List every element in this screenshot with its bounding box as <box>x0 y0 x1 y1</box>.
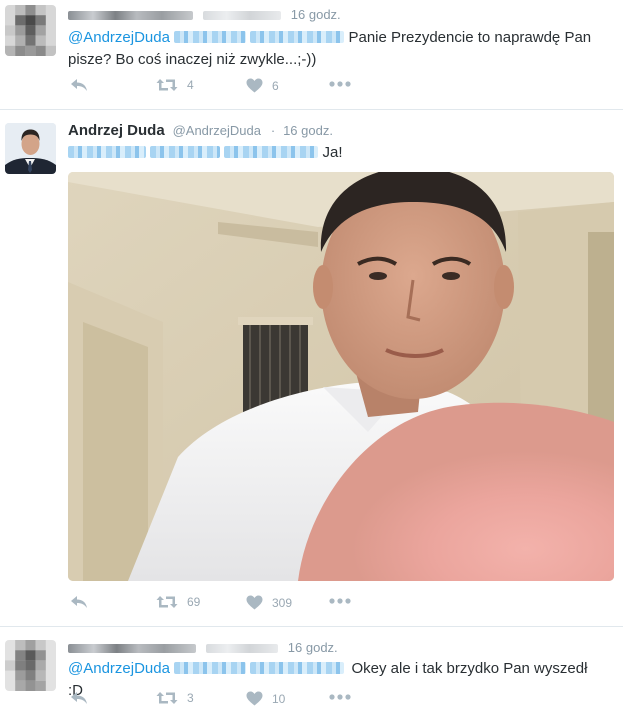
blurred-mention-link[interactable] <box>174 31 247 43</box>
reply-icon <box>71 692 87 704</box>
like-button[interactable]: 6 <box>246 78 279 93</box>
mention-link[interactable]: @AndrzejDuda <box>68 29 170 46</box>
reply-button[interactable] <box>70 691 88 705</box>
more-button[interactable] <box>329 80 351 88</box>
like-button[interactable]: 10 <box>246 691 285 706</box>
like-count: 10 <box>272 691 286 706</box>
tweet-timestamp[interactable]: 16 godz. <box>291 7 341 22</box>
display-name[interactable]: Andrzej Duda <box>68 122 165 139</box>
heart-icon <box>246 78 263 93</box>
tweet-timestamp[interactable]: 16 godz. <box>283 123 333 138</box>
blurred-mention-link[interactable] <box>224 146 319 158</box>
blurred-mention-link[interactable] <box>250 662 345 674</box>
tweet-body-text: Ja! <box>322 144 343 161</box>
tweet-3[interactable]: 16 godz. @AndrzejDuda Okey ale i tak brz… <box>0 627 623 712</box>
more-icon <box>329 694 351 700</box>
tweet-text: @AndrzejDuda Panie Prezydencie to napraw… <box>68 27 603 71</box>
reply-button[interactable] <box>70 78 88 92</box>
more-button[interactable] <box>329 693 351 701</box>
blurred-mention-link[interactable] <box>68 146 146 158</box>
tweet-1[interactable]: 16 godz. @AndrzejDuda Panie Prezydencie … <box>0 0 623 109</box>
blurred-display-name[interactable] <box>68 10 193 20</box>
blurred-username[interactable] <box>205 643 278 653</box>
retweet-icon <box>156 79 178 91</box>
blurred-username[interactable] <box>202 10 281 20</box>
retweet-count: 69 <box>187 595 201 609</box>
reply-button[interactable] <box>70 595 88 609</box>
tweet-photo[interactable] <box>68 172 614 581</box>
tweet-timestamp[interactable]: 16 godz. <box>288 640 338 655</box>
selfie-image <box>68 172 614 581</box>
more-button[interactable] <box>329 597 351 605</box>
avatar-pixelated[interactable] <box>5 5 56 56</box>
reply-icon <box>71 596 87 608</box>
retweet-button[interactable]: 69 <box>156 595 200 609</box>
like-count: 6 <box>272 78 279 93</box>
header-separator: · <box>270 123 276 138</box>
username-handle[interactable]: @AndrzejDuda <box>173 123 261 138</box>
more-icon <box>329 598 351 604</box>
retweet-button[interactable]: 4 <box>156 78 194 92</box>
retweet-count: 3 <box>187 691 194 705</box>
blurred-mention-link[interactable] <box>250 31 345 43</box>
blurred-mention-link[interactable] <box>174 662 247 674</box>
tweet-2[interactable]: Andrzej Duda @AndrzejDuda · 16 godz. Ja! <box>0 110 623 626</box>
like-button[interactable]: 309 <box>246 595 292 610</box>
avatar-andrzej-duda[interactable] <box>5 123 56 174</box>
retweet-count: 4 <box>187 78 194 92</box>
heart-icon <box>246 691 263 706</box>
retweet-icon <box>156 692 178 704</box>
avatar-pixelated[interactable] <box>5 640 56 691</box>
more-icon <box>329 81 351 87</box>
tweet-header: 16 godz. <box>68 639 338 655</box>
like-count: 309 <box>272 595 293 610</box>
blurred-mention-link[interactable] <box>150 146 221 158</box>
mention-link[interactable]: @AndrzejDuda <box>68 660 170 677</box>
tweet-text: Ja! <box>68 142 603 164</box>
blurred-display-name[interactable] <box>68 643 196 653</box>
retweet-button[interactable]: 3 <box>156 691 194 705</box>
heart-icon <box>246 595 263 610</box>
reply-icon <box>71 79 87 91</box>
retweet-icon <box>156 596 178 608</box>
tweet-header: 16 godz. <box>68 6 341 22</box>
tweet-header: Andrzej Duda @AndrzejDuda · 16 godz. <box>68 122 333 139</box>
